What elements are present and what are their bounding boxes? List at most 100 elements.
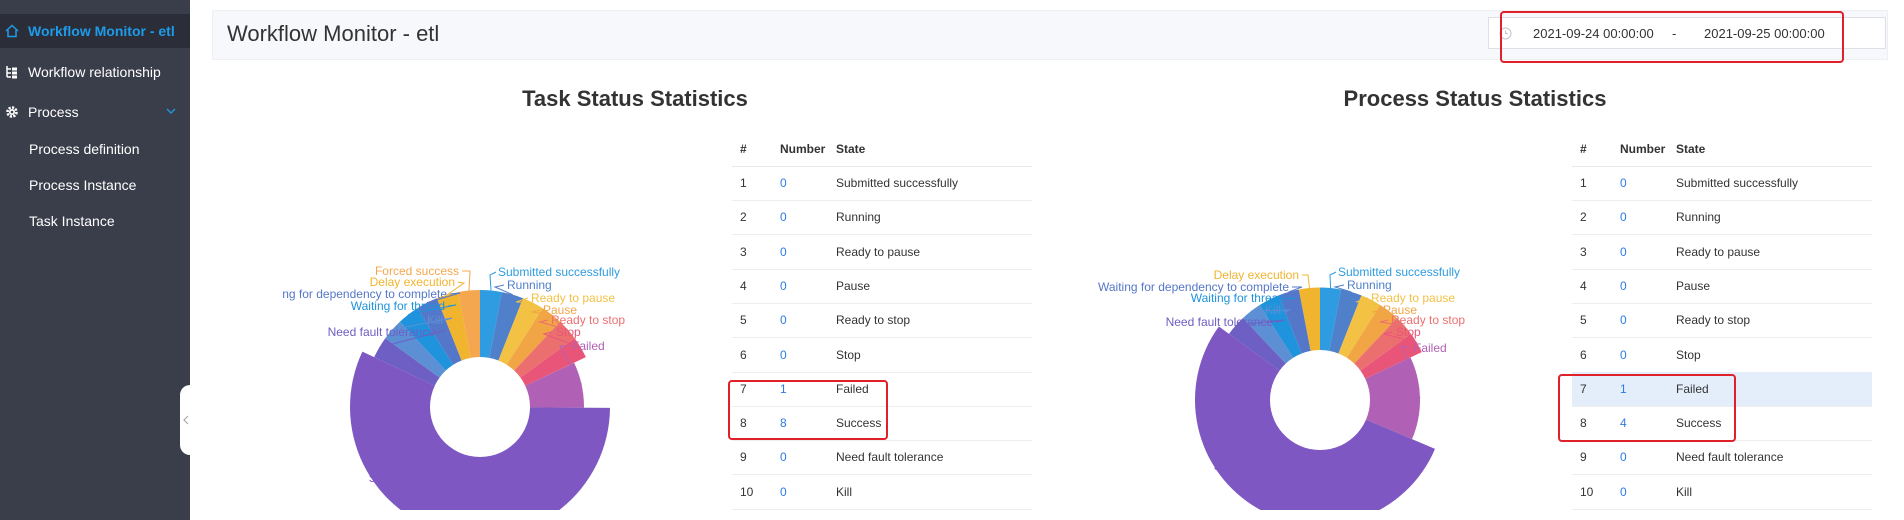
sidebar-item-process[interactable]: Process: [0, 95, 190, 129]
home-icon: [4, 23, 20, 39]
row-index: 10: [740, 484, 754, 499]
row-number-link[interactable]: 0: [780, 210, 787, 224]
column-header: #: [740, 142, 747, 156]
table-row: 9 0 Need fault tolerance: [732, 440, 1032, 476]
chevron-down-icon: [165, 104, 177, 120]
highlight-box-date: [1500, 11, 1844, 63]
pie-label: Need fault tolerance: [1166, 315, 1274, 329]
table-row: 2 0 Running: [1572, 200, 1872, 236]
sidebar: Workflow Monitor - etl Workflow relation…: [0, 0, 190, 520]
row-number-link[interactable]: 0: [1620, 176, 1627, 190]
pie-label: Running: [1347, 278, 1392, 292]
row-index: 6: [1580, 347, 1587, 362]
row-number-link[interactable]: 0: [780, 245, 787, 259]
pie-label: Success: [1214, 459, 1259, 473]
column-header: Number: [1620, 142, 1666, 156]
pie-label-line: [489, 271, 497, 291]
process-status-pie-chart: Submitted successfullyRunningReady to pa…: [1098, 265, 1465, 510]
row-index: 5: [740, 313, 747, 328]
gear-icon: [4, 104, 20, 120]
page-title: Workflow Monitor - etl: [227, 21, 440, 46]
sidebar-item-label: Process Instance: [29, 177, 137, 193]
column-header: State: [836, 142, 866, 156]
row-number-link[interactable]: 0: [1620, 485, 1627, 499]
row-state: Ready to pause: [1676, 244, 1761, 259]
row-index: 3: [740, 244, 747, 259]
row-index: 10: [1580, 484, 1594, 499]
pie-label: Kill: [427, 313, 443, 327]
table-header: # Number State: [1572, 132, 1872, 167]
sidebar-item-label: Workflow Monitor - etl: [28, 23, 175, 39]
pie-label: Failed: [572, 339, 605, 353]
column-header: #: [1580, 142, 1587, 156]
table-row: 5 0 Ready to stop: [1572, 303, 1872, 339]
sidebar-item-workflow-monitor[interactable]: Workflow Monitor - etl: [0, 14, 190, 48]
table-row: 2 0 Running: [732, 200, 1032, 236]
row-state: Submitted successfully: [836, 176, 959, 190]
sidebar-item-workflow-relationship[interactable]: Workflow relationship: [0, 55, 190, 89]
pie-label: Need fault tolerance: [328, 325, 436, 339]
row-index: 4: [740, 278, 747, 293]
highlight-box-task-rows: [728, 380, 888, 440]
pie-label-line: [462, 270, 471, 291]
row-index: 1: [740, 176, 747, 190]
sidebar-item-task-instance[interactable]: Task Instance: [0, 204, 190, 238]
row-state: Ready to stop: [836, 313, 911, 328]
column-header: Number: [780, 142, 826, 156]
tree-icon: [4, 64, 20, 80]
row-state: Submitted successfully: [1676, 176, 1799, 190]
pie-label: Success: [369, 471, 414, 485]
row-state: Pause: [836, 278, 871, 293]
pie-label: Delay execution: [1214, 268, 1299, 282]
row-number-link[interactable]: 0: [1620, 245, 1627, 259]
row-index: 5: [1580, 313, 1587, 328]
row-number-link[interactable]: 0: [780, 176, 787, 190]
row-number-link[interactable]: 0: [780, 348, 787, 362]
sidebar-item-label: Workflow relationship: [28, 64, 161, 80]
row-state: Kill: [836, 484, 853, 499]
row-state: Ready to pause: [836, 244, 921, 259]
row-number-link[interactable]: 0: [780, 313, 787, 327]
row-number-link[interactable]: 0: [1620, 279, 1627, 293]
row-number-link[interactable]: 0: [780, 450, 787, 464]
table-row: 9 0 Need fault tolerance: [1572, 440, 1872, 476]
table-row: 10 0 Kill: [732, 475, 1032, 510]
pie-label-line: [1302, 274, 1310, 289]
row-index: 4: [1580, 278, 1587, 293]
chevron-left-icon: [183, 415, 189, 425]
table-row: 3 0 Ready to pause: [1572, 235, 1872, 270]
sidebar-item-label: Process definition: [29, 141, 140, 157]
row-state: Need fault tolerance: [1676, 450, 1784, 465]
table-row: 10 0 Kill: [1572, 475, 1872, 510]
task-status-title: Task Status Statistics: [522, 86, 748, 111]
table-row: 4 0 Pause: [732, 269, 1032, 304]
table-row: 1 0 Submitted successfully: [732, 166, 1032, 201]
highlight-box-process-rows: [1558, 374, 1736, 442]
row-index: 6: [740, 347, 747, 362]
pie-label: ng for dependency to complete: [282, 287, 447, 301]
sidebar-item-process-definition[interactable]: Process definition: [0, 132, 190, 166]
pie-label: Kill: [1265, 303, 1281, 317]
row-index: 3: [1580, 244, 1587, 259]
pie-label-line: [1329, 271, 1337, 289]
row-number-link[interactable]: 0: [780, 279, 787, 293]
row-number-link[interactable]: 0: [1620, 348, 1627, 362]
pie-label: Stop: [556, 325, 581, 339]
row-number-link[interactable]: 0: [780, 485, 787, 499]
row-state: Kill: [1676, 484, 1693, 499]
pie-label: Running: [507, 278, 552, 292]
column-header: State: [1676, 142, 1706, 156]
sidebar-collapse-handle[interactable]: [180, 385, 192, 455]
pie-label: Forced success: [375, 264, 459, 278]
row-state: Need fault tolerance: [836, 450, 944, 465]
pie-label: Failed: [1414, 341, 1447, 355]
table-row: 3 0 Ready to pause: [732, 235, 1032, 270]
row-number-link[interactable]: 0: [1620, 210, 1627, 224]
row-number-link[interactable]: 0: [1620, 313, 1627, 327]
table-row: 6 0 Stop: [1572, 338, 1872, 373]
row-state: Stop: [836, 347, 861, 362]
sidebar-item-process-instance[interactable]: Process Instance: [0, 168, 190, 202]
table-row: 1 0 Submitted successfully: [1572, 166, 1872, 201]
row-index: 1: [1580, 176, 1587, 190]
row-number-link[interactable]: 0: [1620, 450, 1627, 464]
